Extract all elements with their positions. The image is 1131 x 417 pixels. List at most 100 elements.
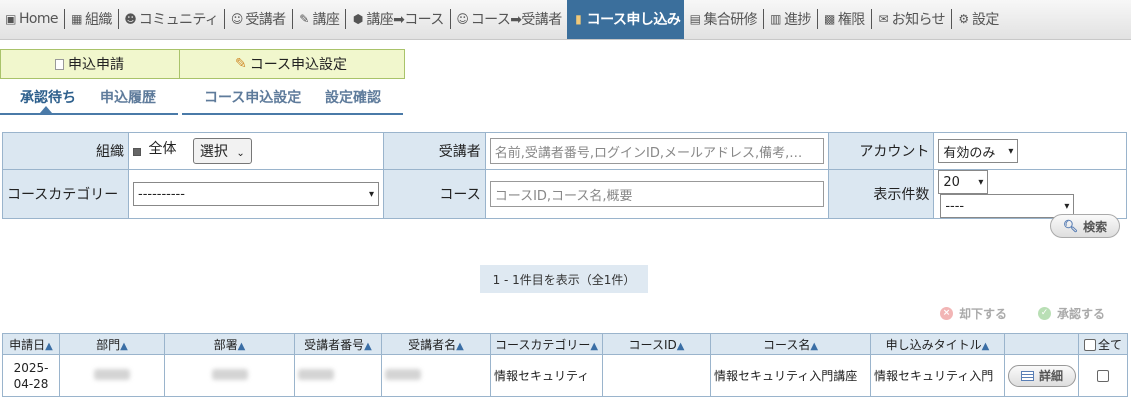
learner-search-input[interactable]: 名前,受講者番号,ログインID,メールアドレス,備考,… xyxy=(489,138,824,164)
row-checkbox[interactable] xyxy=(1097,370,1109,382)
reject-button[interactable]: × 却下する xyxy=(940,305,1007,322)
nav-item-3[interactable]: ☺ 受講者 xyxy=(226,2,290,35)
course-user-icon: ☺ xyxy=(456,11,469,26)
subtab-confirm[interactable]: 設定確認 xyxy=(325,87,381,107)
results-header-row: 申請日▲ 部門▲ 部署▲ 受講者番号▲ 受講者名▲ コースカテゴリー▲ コースID▲ コース名… xyxy=(2,333,1128,355)
learner-cell: 名前,受講者番号,ログインID,メールアドレス,備考,… xyxy=(484,132,829,170)
calendar-icon: ▤ xyxy=(689,11,701,26)
nav-separator xyxy=(816,9,818,29)
nav-item-label: コース申し込み xyxy=(586,12,681,28)
column-header-8[interactable]: 申し込みタイトル▲ xyxy=(870,333,1005,355)
org-cell: 全体 選択 ⌄ xyxy=(128,132,385,170)
nav-item-label: 進捗 xyxy=(784,11,811,28)
gear-icon: ⚙ xyxy=(958,11,969,26)
user-icon: ☺ xyxy=(230,11,244,26)
learner-label: 受講者 xyxy=(383,132,486,170)
nav-item-5[interactable]: ⬢ 講座➡コース xyxy=(347,2,448,35)
search-icon: 🔍︎ xyxy=(1062,219,1079,233)
nav-separator xyxy=(117,9,119,29)
search-button[interactable]: 🔍︎ 検索 xyxy=(1050,214,1120,238)
apply-date: 2025-04-28 xyxy=(13,360,49,391)
subtab-pending[interactable]: 承認待ち xyxy=(20,87,76,107)
subtab-history[interactable]: 申込履歴 xyxy=(100,87,156,107)
category-select[interactable]: ---------- ▾ xyxy=(133,182,380,206)
chevron-down-icon: ▾ xyxy=(368,188,375,200)
column-header-7[interactable]: コース名▲ xyxy=(710,333,871,355)
count-label: 表示件数 xyxy=(827,169,935,219)
chevron-down-icon: ▾ xyxy=(978,176,984,188)
column-header-1[interactable]: 部門▲ xyxy=(59,333,165,355)
column-header-label: 受講者番号▲ xyxy=(304,337,372,352)
department-cell xyxy=(59,354,165,397)
nav-item-0[interactable]: ▣ Home xyxy=(0,2,63,35)
nav-separator xyxy=(763,9,765,29)
nav-item-10[interactable]: ▩ 権限 xyxy=(819,2,870,35)
count-cell: 20 ▾ ---- ▾ xyxy=(933,169,1127,219)
account-cell: 有効のみ ▾ xyxy=(933,132,1127,170)
column-header-label: コースカテゴリー▲ xyxy=(494,337,599,352)
select-all-checkbox[interactable] xyxy=(1083,339,1096,351)
nav-separator xyxy=(224,9,226,29)
subtab-underline-right xyxy=(182,113,403,115)
org-select-button[interactable]: 選択 ⌄ xyxy=(192,138,252,164)
detail-label: 詳細 xyxy=(1038,369,1063,383)
column-header-5[interactable]: コースカテゴリー▲ xyxy=(490,333,603,355)
account-label: アカウント xyxy=(827,132,935,170)
subtab-course-settings[interactable]: コース申込設定 xyxy=(204,87,301,107)
column-header-9 xyxy=(1004,333,1079,355)
nav-item-12[interactable]: ⚙ 設定 xyxy=(953,2,1004,35)
column-header-2[interactable]: 部署▲ xyxy=(164,333,295,355)
nav-separator xyxy=(951,9,952,29)
account-select-value: 有効のみ xyxy=(943,145,996,161)
org-select-label: 選択 xyxy=(199,144,228,160)
account-select[interactable]: 有効のみ ▾ xyxy=(938,139,1019,163)
tab-course-apply-settings[interactable]: ✎ コース申込設定 xyxy=(180,49,405,79)
detail-button[interactable]: 詳細 xyxy=(1008,364,1076,387)
count-select[interactable]: 20 ▾ xyxy=(938,170,989,194)
sort-select[interactable]: ---- ▾ xyxy=(940,194,1075,218)
nav-separator xyxy=(449,9,451,29)
department-redacted xyxy=(94,368,130,380)
nav-item-label: 権限 xyxy=(837,11,865,28)
document-icon xyxy=(55,58,64,70)
page-info: 1 - 1件目を表示（全1件） xyxy=(480,265,648,293)
nav-item-6[interactable]: ☺ コース➡受講者 xyxy=(452,2,567,35)
community-icon: ☻ xyxy=(124,11,137,26)
results-table: 申請日▲ 部門▲ 部署▲ 受講者番号▲ 受講者名▲ コースカテゴリー▲ コースID▲ コース名… xyxy=(2,333,1128,397)
column-header-label: 部門▲ xyxy=(96,337,128,352)
column-header-10[interactable]: 全て xyxy=(1078,333,1128,355)
search-button-label: 検索 xyxy=(1083,219,1108,234)
column-header-4[interactable]: 受講者名▲ xyxy=(381,333,491,355)
nav-item-4[interactable]: ✎ 講座 xyxy=(294,2,345,35)
apply-tabs: 申込申請 ✎ コース申込設定 xyxy=(0,49,405,79)
nav-item-2[interactable]: ☻ コミュニティ xyxy=(120,2,224,35)
learner-name-cell xyxy=(381,354,491,397)
column-header-label: 部署▲ xyxy=(213,337,246,352)
nav-separator xyxy=(63,9,65,29)
org-icon: ▦ xyxy=(71,11,82,26)
reject-icon: × xyxy=(940,307,953,320)
course-search-input[interactable]: コースID,コース名,概要 xyxy=(489,181,824,207)
column-header-6[interactable]: コースID▲ xyxy=(602,333,711,355)
tab-apply[interactable]: 申込申請 xyxy=(0,49,180,79)
filter-table: 組織 全体 選択 ⌄ 受講者 名前,受講者番号,ログインID,メールアドレス,備… xyxy=(1,132,1127,219)
chevron-down-icon: ⌄ xyxy=(236,148,245,159)
column-header-3[interactable]: 受講者番号▲ xyxy=(294,333,382,355)
approve-button[interactable]: ✓ 承認する xyxy=(1038,305,1105,322)
row-checkbox-cell xyxy=(1078,354,1128,397)
nav-item-11[interactable]: ✉ お知らせ xyxy=(873,2,950,35)
column-header-0[interactable]: 申請日▲ xyxy=(2,333,60,355)
nav-item-label: 講座 xyxy=(312,11,340,28)
nav-item-9[interactable]: ▥ 進捗 xyxy=(765,2,816,35)
top-nav: ▣ Home ▦ 組織 ☻ コミュニティ ☺ 受講者 ✎ 講座 ⬢ 講座➡コース ☺ コース➡受講者 ▮ コー… xyxy=(0,0,1131,40)
sub-tabs: 承認待ち 申込履歴 コース申込設定 設定確認 xyxy=(0,87,405,115)
learner-name-redacted xyxy=(385,368,421,380)
sort-select-value: ---- xyxy=(945,198,965,214)
nav-item-label: 組織 xyxy=(84,11,112,28)
nav-item-7[interactable]: ▮ コース申し込み xyxy=(566,0,685,39)
nav-item-8[interactable]: ▤ 集合研修 xyxy=(684,2,762,35)
table-row: 2025-04-28 情報セキュリティ 情報セキュリティ入門講座 情報セキュリテ… xyxy=(2,354,1128,397)
column-header-label: 申請日▲ xyxy=(9,337,53,352)
nav-item-1[interactable]: ▦ 組織 xyxy=(66,2,117,35)
reject-label: 却下する xyxy=(959,307,1008,321)
